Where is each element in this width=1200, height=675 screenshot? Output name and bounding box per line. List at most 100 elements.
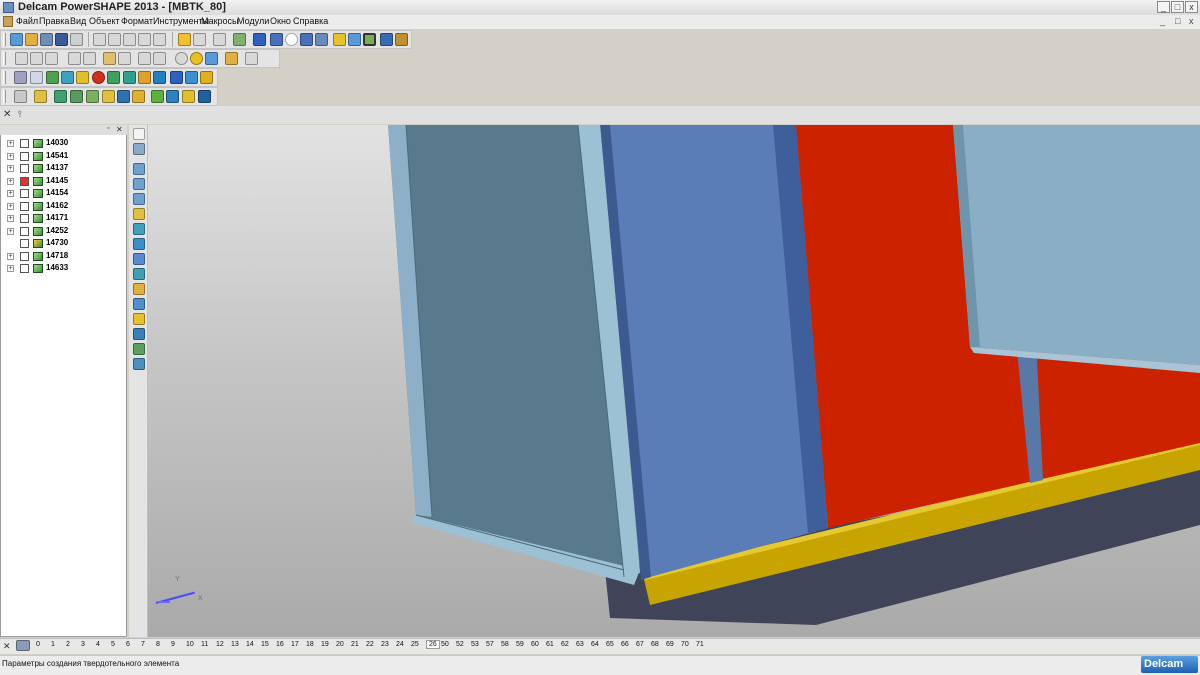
scale-icon[interactable] <box>133 208 145 220</box>
open-folder-icon[interactable] <box>25 33 38 46</box>
menu-file[interactable]: Файл <box>16 16 38 26</box>
edit-icon[interactable] <box>138 33 151 46</box>
visibility-icon[interactable] <box>20 189 29 198</box>
level-0[interactable]: 0 <box>36 641 40 648</box>
visibility-icon[interactable] <box>20 201 29 211</box>
offset-icon[interactable] <box>133 238 145 250</box>
maximize-button[interactable]: □ <box>1171 1 1184 13</box>
solid-draft-icon[interactable] <box>151 90 164 103</box>
tree-restore-icon[interactable]: ▫ <box>107 125 109 132</box>
visibility-icon[interactable] <box>20 151 29 161</box>
tree-item[interactable]: +14718 <box>0 250 120 262</box>
solid-cone-icon[interactable] <box>76 71 89 84</box>
tools-icon[interactable] <box>395 33 408 46</box>
zoom-in-icon[interactable] <box>138 52 151 65</box>
level-6[interactable]: 6 <box>126 641 130 648</box>
tree-item[interactable]: +14252 <box>0 225 120 237</box>
open-model-icon[interactable] <box>40 33 53 46</box>
level-65[interactable]: 65 <box>606 641 614 648</box>
visibility-icon[interactable] <box>20 251 29 261</box>
zoom-icon[interactable] <box>118 52 131 65</box>
expand-icon[interactable]: + <box>7 265 14 272</box>
level-20[interactable]: 20 <box>336 641 344 648</box>
solid-add-icon[interactable] <box>70 90 83 103</box>
tree-item[interactable]: +14030 <box>0 137 120 149</box>
solid-block-icon[interactable] <box>46 71 59 84</box>
cut-icon[interactable] <box>93 33 106 46</box>
level-2[interactable]: 2 <box>66 641 70 648</box>
paste-icon[interactable] <box>123 33 136 46</box>
level-58[interactable]: 58 <box>501 641 509 648</box>
print-icon[interactable] <box>70 33 83 46</box>
solid-pattern-icon[interactable] <box>117 90 130 103</box>
level-64[interactable]: 64 <box>591 641 599 648</box>
level-57[interactable]: 57 <box>486 641 494 648</box>
level-14[interactable]: 14 <box>246 641 254 648</box>
document-icon[interactable] <box>3 16 13 27</box>
view-iso2-icon[interactable] <box>83 52 96 65</box>
solid-sphere-icon[interactable] <box>92 71 105 84</box>
level-5[interactable]: 5 <box>111 641 115 648</box>
solid-torus-icon[interactable] <box>107 71 120 84</box>
redo-icon[interactable] <box>193 33 206 46</box>
shaded-view-icon[interactable] <box>205 52 218 65</box>
expand-icon[interactable]: + <box>7 252 14 260</box>
toolbar-grip[interactable] <box>3 90 6 103</box>
revolve-icon[interactable] <box>138 71 151 84</box>
tree-item[interactable]: +14145 <box>0 175 120 187</box>
tree-item[interactable]: 14730 <box>0 237 120 249</box>
visibility-icon[interactable] <box>20 176 29 186</box>
surface-icon[interactable] <box>348 33 361 46</box>
level-4[interactable]: 4 <box>96 641 100 648</box>
expand-icon[interactable]: + <box>7 140 14 147</box>
measure-icon[interactable] <box>133 328 145 340</box>
doc-minimize-button[interactable]: _ <box>1160 16 1165 26</box>
workplane-icon[interactable] <box>253 33 266 46</box>
feature-icon[interactable] <box>153 71 166 84</box>
electrode-icon[interactable] <box>380 33 393 46</box>
level-11[interactable]: 11 <box>201 641 208 648</box>
arc-icon[interactable] <box>285 33 298 46</box>
level-10[interactable]: 10 <box>186 641 194 648</box>
shell-icon[interactable] <box>185 71 198 84</box>
layers-icon[interactable] <box>14 71 27 84</box>
level-67[interactable]: 67 <box>636 641 644 648</box>
level-17[interactable]: 17 <box>291 641 299 648</box>
level-50[interactable]: 50 <box>441 641 449 648</box>
blend-icon[interactable] <box>133 298 145 310</box>
level-18[interactable]: 18 <box>306 641 314 648</box>
visibility-icon[interactable] <box>20 264 29 273</box>
shape-icon[interactable] <box>133 313 145 325</box>
layer-manager-icon[interactable] <box>16 640 30 651</box>
line-icon[interactable] <box>270 33 283 46</box>
tree-close-icon[interactable]: ✕ <box>116 125 123 134</box>
analysis-icon[interactable] <box>133 343 145 355</box>
rotate-object-icon[interactable] <box>133 193 145 205</box>
view-front-icon[interactable] <box>30 52 43 65</box>
level-71[interactable]: 71 <box>696 641 704 648</box>
wrap-icon[interactable] <box>133 268 145 280</box>
tree-item[interactable]: +14154 <box>0 187 120 199</box>
tree-item[interactable]: +14137 <box>0 162 120 174</box>
close-toolbar-icon[interactable]: ✕ <box>3 109 11 120</box>
tree-item[interactable]: +14171 <box>0 212 120 224</box>
solid-split-icon[interactable] <box>166 90 179 103</box>
document-props-icon[interactable] <box>30 71 43 84</box>
doc-restore-button[interactable]: □ <box>1175 16 1180 26</box>
menu-macros[interactable]: Макросы <box>201 16 239 26</box>
level-24[interactable]: 24 <box>396 641 404 648</box>
close-button[interactable]: x <box>1185 1 1198 13</box>
boolean-icon[interactable] <box>170 71 183 84</box>
toolbar-grip[interactable] <box>3 52 6 65</box>
visibility-icon[interactable] <box>20 214 29 223</box>
menu-modules[interactable]: Модули <box>237 16 269 26</box>
fillet-icon[interactable] <box>200 71 213 84</box>
level-70[interactable]: 70 <box>681 641 689 648</box>
visibility-icon[interactable] <box>20 226 29 236</box>
visibility-icon[interactable] <box>20 164 29 173</box>
menu-window[interactable]: Окно <box>270 16 291 26</box>
globe-icon[interactable] <box>175 52 188 65</box>
transform-icon[interactable] <box>213 33 226 46</box>
select-solid-icon[interactable] <box>14 90 27 103</box>
level-8[interactable]: 8 <box>156 641 160 648</box>
